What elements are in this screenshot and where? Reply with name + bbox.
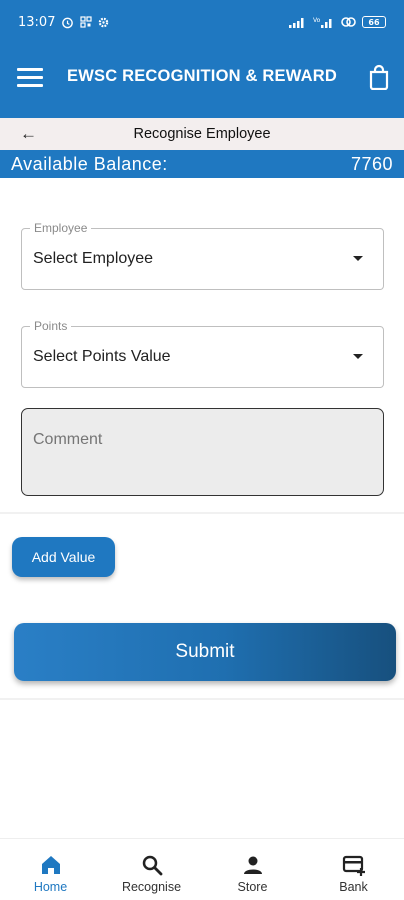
battery-icon: 66: [362, 16, 386, 28]
employee-select[interactable]: Employee Select Employee: [21, 221, 384, 290]
balance-value: 7760: [350, 153, 393, 174]
battery-level: 66: [368, 17, 380, 27]
balance-label: Available Balance:: [11, 153, 168, 174]
nav-label-store: Store: [237, 880, 268, 894]
shopping-bag-icon[interactable]: [368, 64, 390, 90]
comment-field[interactable]: [21, 408, 384, 496]
dropdown-caret-icon: [353, 256, 363, 261]
qr-notification-icon: [80, 16, 93, 28]
app-title: EWSC RECOGNITION & REWARD: [67, 67, 337, 85]
nav-label-recognise: Recognise: [121, 880, 182, 894]
points-select[interactable]: Points Select Points Value: [21, 319, 384, 388]
balance-bar: Available Balance: 7760: [0, 150, 404, 178]
dropdown-caret-icon: [353, 354, 363, 359]
divider: [0, 698, 404, 700]
card-plus-icon: [342, 855, 365, 876]
signal-icon: [289, 18, 304, 28]
svg-text:Vo: Vo: [313, 17, 321, 24]
home-icon: [41, 856, 60, 874]
status-time: 13:07: [18, 14, 56, 30]
bottom-nav: Home Recognise Store Bank: [0, 838, 404, 900]
settings-notification-icon: [99, 17, 109, 27]
nav-label-bank: Bank: [339, 880, 368, 894]
search-icon: [142, 855, 162, 876]
add-value-button[interactable]: Add Value: [12, 537, 115, 577]
employee-select-value: Select Employee: [33, 250, 154, 267]
sub-header: ← Recognise Employee: [0, 118, 404, 150]
status-left: 13:07: [18, 15, 109, 30]
lte-signal-icon: Vo: [313, 17, 332, 28]
status-bar: 13:07 Vo 66: [0, 0, 404, 44]
status-right: Vo 66: [289, 16, 386, 28]
nav-item-store[interactable]: Store: [202, 839, 303, 900]
nav-label-home: Home: [33, 880, 68, 894]
alarm-icon: [62, 17, 74, 28]
nav-item-recognise[interactable]: Recognise: [101, 839, 202, 900]
nav-item-bank[interactable]: Bank: [303, 839, 404, 900]
nav-item-home[interactable]: Home: [0, 839, 101, 900]
person-icon: [243, 856, 262, 874]
hotspot-icon: [341, 17, 356, 27]
points-select-value: Select Points Value: [33, 348, 171, 365]
arrow-left-icon[interactable]: ←: [20, 124, 37, 144]
app-bar: EWSC RECOGNITION & REWARD: [0, 44, 404, 118]
employee-select-legend: Employee: [30, 221, 92, 235]
page-title: Recognise Employee: [133, 126, 271, 142]
divider: [0, 512, 404, 514]
submit-button[interactable]: Submit: [14, 623, 396, 681]
points-select-legend: Points: [30, 319, 72, 333]
